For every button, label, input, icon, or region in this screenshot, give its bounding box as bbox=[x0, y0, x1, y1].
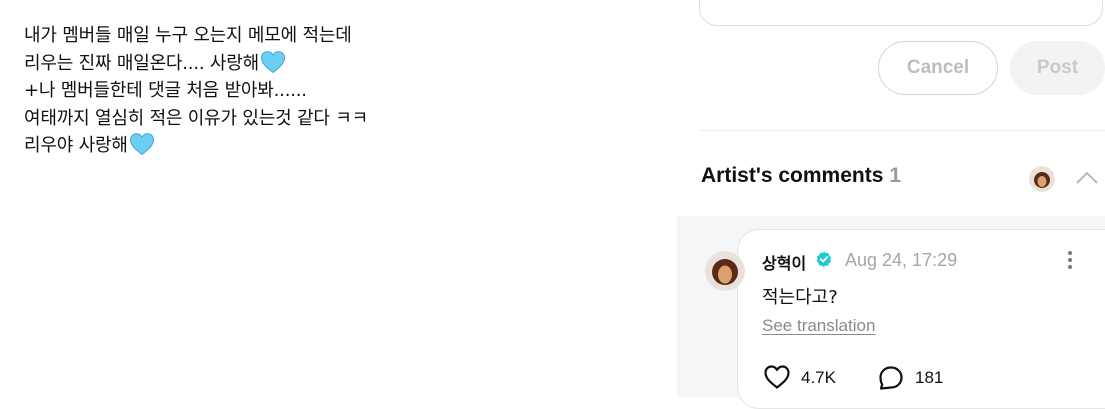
post-line: 리우는 진짜 매일온다.... 사랑해 bbox=[24, 50, 644, 78]
comments-panel: Cancel Post Artist's comments1 상혁이 Aug 2… bbox=[677, 0, 1105, 409]
like-count: 4.7K bbox=[801, 368, 836, 387]
artist-comments-header: Artist's comments 1 bbox=[701, 164, 901, 188]
post-body: 내가 멤버들 매일 누구 오는지 메모에 적는데 리우는 진짜 매일온다....… bbox=[24, 22, 644, 160]
divider bbox=[699, 130, 1105, 131]
post-line: 리우야 사랑해 bbox=[24, 132, 644, 160]
post-line: 내가 멤버들 매일 누구 오는지 메모에 적는데 bbox=[24, 25, 352, 46]
reply-count: 181 bbox=[915, 368, 944, 387]
reply-icon[interactable] bbox=[878, 365, 904, 391]
post-line: 여태까지 열심히 적은 이유가 있는것 같다 ㅋㅋ bbox=[24, 107, 368, 129]
comment-text: 적는다고? bbox=[762, 287, 838, 308]
comment-author[interactable]: 상혁이 bbox=[762, 250, 806, 274]
verified-badge-icon bbox=[816, 251, 832, 267]
heart-icon[interactable] bbox=[763, 364, 791, 390]
avatar bbox=[1029, 166, 1055, 192]
author-avatar[interactable] bbox=[705, 251, 745, 291]
comment-input[interactable] bbox=[700, 0, 1102, 3]
post-line: +나 멤버들한테 댓글 처음 받아봐...... bbox=[24, 80, 307, 101]
comment-input-box[interactable] bbox=[699, 0, 1103, 26]
more-options-icon[interactable] bbox=[1063, 248, 1077, 272]
cancel-button[interactable]: Cancel bbox=[878, 41, 998, 95]
artist-comments-count: 1 bbox=[889, 164, 902, 187]
see-translation-link[interactable]: See translation bbox=[762, 316, 875, 336]
post-button[interactable]: Post bbox=[1010, 41, 1105, 95]
chevron-up-icon[interactable] bbox=[1075, 168, 1099, 188]
light-blue-heart-icon bbox=[260, 50, 285, 73]
light-blue-heart-icon bbox=[129, 133, 154, 156]
artist-comments-title: Artist's comments bbox=[701, 164, 884, 187]
comment-timestamp: Aug 24, 17:29 bbox=[845, 250, 958, 270]
